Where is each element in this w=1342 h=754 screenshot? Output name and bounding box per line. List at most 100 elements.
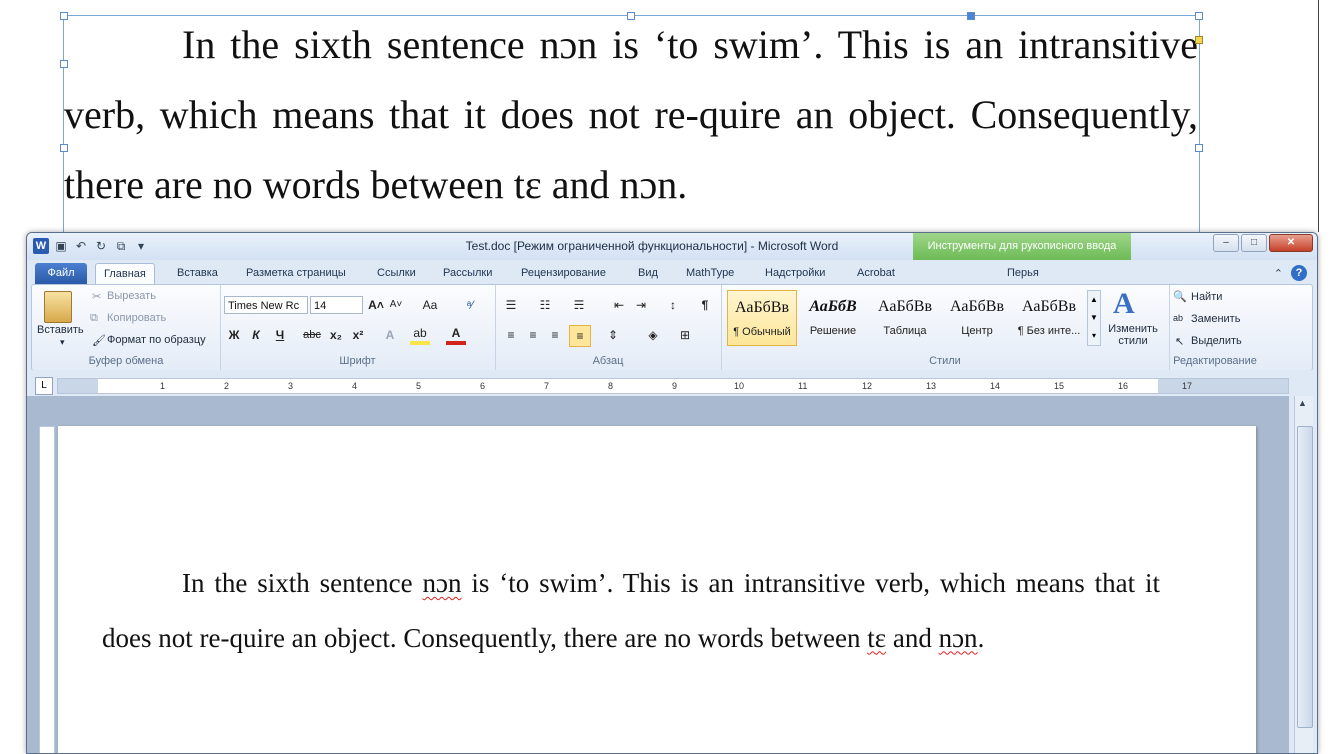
show-marks-button[interactable]: ¶ [695, 295, 715, 315]
document-page[interactable]: In the sixth sentence nɔn is ‘to swim’. … [58, 426, 1256, 753]
clear-formatting-icon[interactable]: ᵃ⁄ [460, 295, 480, 315]
font-name-combo[interactable]: Times New Rc [224, 296, 308, 314]
justify-icon[interactable]: ≡ [569, 325, 591, 347]
superscript-button[interactable]: x² [348, 325, 368, 345]
copy-button[interactable]: Копировать [107, 312, 166, 324]
grow-font-icon[interactable]: A˄ [366, 295, 386, 315]
horizontal-ruler[interactable]: 1 2 3 4 5 6 7 8 9 10 11 12 13 14 15 16 1… [57, 378, 1289, 394]
increase-indent-icon[interactable]: ⇥ [631, 295, 651, 315]
document-body-text[interactable]: In the sixth sentence nɔn is ‘to swim’. … [102, 556, 1160, 665]
word-window: W ▣ ↶ ↻ ⧉ ▾ Test.doc [Режим ограниченной… [26, 232, 1318, 754]
strikethrough-button[interactable]: abc [300, 325, 324, 345]
ruler-number: 13 [926, 381, 937, 391]
italic-button[interactable]: К [246, 325, 266, 345]
vertical-scrollbar[interactable]: ▲ [1294, 396, 1313, 753]
help-icon[interactable]: ? [1291, 265, 1307, 281]
textbox-selection-frame[interactable] [60, 12, 1203, 242]
highlight-color-icon[interactable]: ab [410, 325, 430, 345]
tab-file[interactable]: Файл [35, 263, 87, 284]
scroll-up-icon[interactable]: ▲ [1298, 398, 1307, 408]
align-center-icon[interactable]: ≡ [523, 325, 543, 345]
style-normal[interactable]: АаБбВв ¶ Обычный [727, 290, 797, 346]
style-center[interactable]: АаБбВв Центр [943, 290, 1011, 344]
align-right-icon[interactable]: ≡ [545, 325, 565, 345]
ruler-margin-right [1158, 379, 1288, 393]
tab-view[interactable]: Вид [638, 263, 658, 284]
subscript-button[interactable]: x₂ [326, 325, 346, 345]
font-size-combo[interactable]: 14 [310, 296, 363, 314]
tab-references[interactable]: Ссылки [377, 263, 416, 284]
ruler-number: 17 [1182, 381, 1193, 391]
close-button[interactable]: ✕ [1269, 234, 1313, 252]
style-solution[interactable]: АаБбВ Решение [799, 290, 867, 344]
ruler-row: L 1 2 3 4 5 6 7 8 9 10 11 12 13 14 15 16… [27, 370, 1317, 396]
text-run: . [977, 622, 985, 653]
align-left-icon[interactable]: ≡ [501, 325, 521, 345]
tab-acrobat[interactable]: Acrobat [857, 263, 895, 284]
ruler-number: 15 [1054, 381, 1065, 391]
paste-icon[interactable] [44, 291, 72, 323]
tab-mathtype[interactable]: MathType [686, 263, 734, 284]
paste-button[interactable]: Вставить [37, 324, 84, 336]
tab-pens[interactable]: Перья [1007, 263, 1039, 284]
resize-handle[interactable] [967, 12, 975, 20]
cut-button[interactable]: Вырезать [107, 290, 156, 302]
tab-insert[interactable]: Вставка [177, 263, 218, 284]
replace-button[interactable]: Заменить [1191, 313, 1240, 325]
misspelled-word[interactable]: nɔn [422, 568, 461, 598]
resize-handle[interactable] [60, 60, 68, 68]
resize-handle[interactable] [60, 144, 68, 152]
bullets-icon[interactable]: ☰ [501, 295, 521, 315]
text-effects-icon[interactable]: A [380, 325, 400, 345]
styles-scroll[interactable]: ▲ ▼ ▾ [1087, 290, 1101, 346]
line-spacing-icon[interactable]: ⇕ [603, 325, 623, 345]
change-styles-button[interactable]: Изменить стили [1105, 323, 1161, 347]
maximize-button[interactable]: □ [1241, 234, 1267, 252]
scroll-thumb[interactable] [1297, 426, 1313, 728]
adjust-handle[interactable] [1195, 36, 1203, 44]
ruler-number: 14 [990, 381, 1001, 391]
style-table[interactable]: АаБбВв Таблица [871, 290, 939, 344]
minimize-button[interactable]: – [1213, 234, 1239, 252]
document-paragraph: In the sixth sentence nɔn is ‘to swim’. … [102, 556, 1160, 665]
change-styles-icon: A [1113, 287, 1135, 320]
select-button[interactable]: Выделить [1191, 335, 1242, 347]
group-label-editing: Редактирование [1173, 355, 1257, 367]
numbering-icon[interactable]: ☷ [535, 295, 555, 315]
resize-handle[interactable] [1195, 144, 1203, 152]
tab-selector-icon[interactable]: L [35, 377, 53, 395]
title-bar: W ▣ ↶ ↻ ⧉ ▾ Test.doc [Режим ограниченной… [27, 233, 1317, 260]
tab-page-layout[interactable]: Разметка страницы [246, 263, 346, 284]
format-painter-button[interactable]: Формат по образцу [107, 334, 206, 346]
resize-handle[interactable] [1195, 12, 1203, 20]
group-label-clipboard: Буфер обмена [88, 355, 164, 367]
window-controls: – □ ✕ [1213, 234, 1313, 252]
sort-icon[interactable]: ↕ [663, 295, 683, 315]
vertical-ruler[interactable] [39, 426, 55, 753]
multilevel-list-icon[interactable]: ☴ [569, 295, 589, 315]
tab-mailings[interactable]: Рассылки [443, 263, 492, 284]
format-painter-icon: 🖌 [92, 335, 106, 347]
style-no-spacing[interactable]: АаБбВв ¶ Без инте... [1015, 290, 1083, 344]
cut-icon: ✂ [92, 291, 102, 303]
misspelled-word[interactable]: nɔn [939, 623, 978, 653]
underline-button[interactable]: Ч [270, 325, 290, 345]
paste-dropdown-icon[interactable]: ▾ [60, 337, 65, 348]
tab-review[interactable]: Рецензирование [521, 263, 606, 284]
copy-icon: ⧉ [90, 312, 98, 324]
change-case-button[interactable]: Aa [418, 295, 442, 315]
borders-icon[interactable]: ⊞ [675, 325, 695, 345]
shrink-font-icon[interactable]: A˅ [386, 295, 406, 315]
minimize-ribbon-icon[interactable]: ⌃ [1274, 267, 1283, 280]
shading-icon[interactable]: ◈ [643, 325, 663, 345]
font-color-icon[interactable]: A [446, 325, 466, 345]
decrease-indent-icon[interactable]: ⇤ [609, 295, 629, 315]
resize-handle[interactable] [627, 12, 635, 20]
resize-handle[interactable] [60, 12, 68, 20]
find-button[interactable]: Найти [1191, 291, 1222, 303]
tab-home[interactable]: Главная [95, 263, 155, 285]
bold-button[interactable]: Ж [224, 325, 244, 345]
misspelled-word[interactable]: tɛ [867, 623, 886, 653]
ruler-number: 2 [224, 381, 230, 391]
tab-addins[interactable]: Надстройки [765, 263, 825, 284]
